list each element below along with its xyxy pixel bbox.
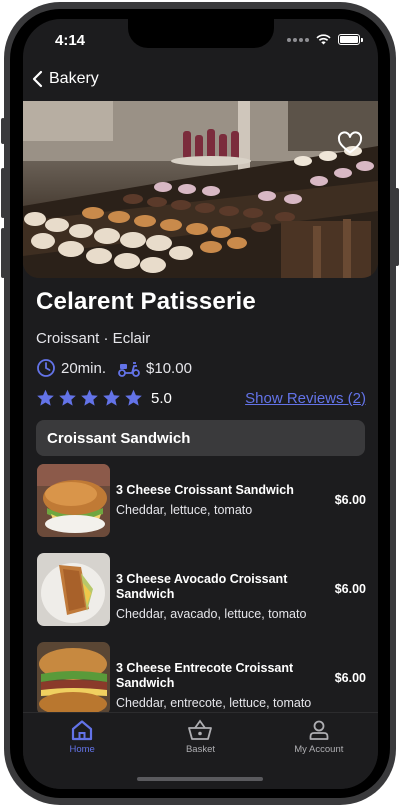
basket-icon [188,719,213,740]
home-icon [72,720,93,741]
tab-label: My Account [294,744,344,755]
tab-label: Home [69,744,95,755]
notch [128,19,274,48]
menu-item-info: 3 Cheese Entrecote Croissant Sandwich Ch… [116,661,326,711]
menu-item-price: $6.00 [334,582,366,596]
signal-icon [287,37,309,42]
store-name: Celarent Patisserie [36,288,256,315]
menu-item[interactable]: 3 Cheese Croissant Sandwich Cheddar, let… [36,464,366,553]
store-content[interactable]: Celarent Patisserie Croissant · Eclair 2… [23,101,378,712]
pastry-display-image [23,101,378,278]
menu-item-image [37,553,110,626]
menu-item-image [37,464,110,537]
menu-item-price: $6.00 [334,671,366,685]
menu-item-name: 3 Cheese Entrecote Croissant Sandwich [116,661,294,690]
volume-down-button [1,228,5,278]
heart-icon [337,131,363,154]
star-icon [81,389,98,406]
clock-icon [37,359,55,377]
star-icon [103,389,120,406]
wifi-icon [316,34,331,45]
battery-icon [338,34,363,45]
menu-item-image [37,642,110,712]
mute-switch [1,118,5,144]
rating-value: 5.0 [151,389,172,407]
screen: 4:14 Bakery Celarent Patisserie Croissan… [23,19,378,789]
status-icons [287,34,363,45]
chevron-left-icon [32,70,43,88]
nav-bar: Bakery [23,63,378,101]
menu-item-name: 3 Cheese Croissant Sandwich [116,483,294,497]
store-categories: Croissant · Eclair [36,330,151,347]
star-icon [37,389,54,406]
menu-item-price: $6.00 [334,493,366,507]
menu-item-description: Cheddar, lettuce, tomato [116,503,253,517]
rating-row: 5.0 Show Reviews (2) [36,389,366,407]
delivery-info: 20min. $10.00 [36,358,192,378]
menu-item[interactable]: 3 Cheese Entrecote Croissant Sandwich Ch… [36,642,366,712]
home-indicator [137,777,263,781]
power-button [395,188,399,266]
account-icon [309,720,329,740]
delivery-time: 20min. [61,359,107,377]
favorite-button[interactable] [337,131,363,160]
star-icon [125,389,142,406]
rating-stars [36,389,143,407]
store-hero-image [23,101,378,278]
show-reviews-link[interactable]: Show Reviews (2) [245,390,366,407]
menu-list: 3 Cheese Croissant Sandwich Cheddar, let… [36,464,366,712]
menu-item-name: 3 Cheese Avocado Croissant Sandwich [116,572,288,601]
scooter-icon [118,362,140,377]
section-header[interactable]: Croissant Sandwich [36,420,365,456]
delivery-fee: $10.00 [146,359,192,377]
tab-label: Basket [185,744,216,755]
menu-item-info: 3 Cheese Croissant Sandwich Cheddar, let… [116,483,326,518]
status-time: 4:14 [55,32,86,49]
menu-item-description: Cheddar, avacado, lettuce, tomato [116,607,307,621]
tab-my-account[interactable]: My Account [260,713,378,789]
star-icon [59,389,76,406]
volume-up-button [1,168,5,218]
menu-item-description: Cheddar, entrecote, lettuce, tomato [116,696,312,710]
menu-item[interactable]: 3 Cheese Avocado Croissant Sandwich Ched… [36,553,366,642]
menu-item-info: 3 Cheese Avocado Croissant Sandwich Ched… [116,572,326,622]
back-button[interactable]: Bakery [31,69,99,89]
tab-home[interactable]: Home [23,713,141,789]
back-label: Bakery [49,70,99,87]
